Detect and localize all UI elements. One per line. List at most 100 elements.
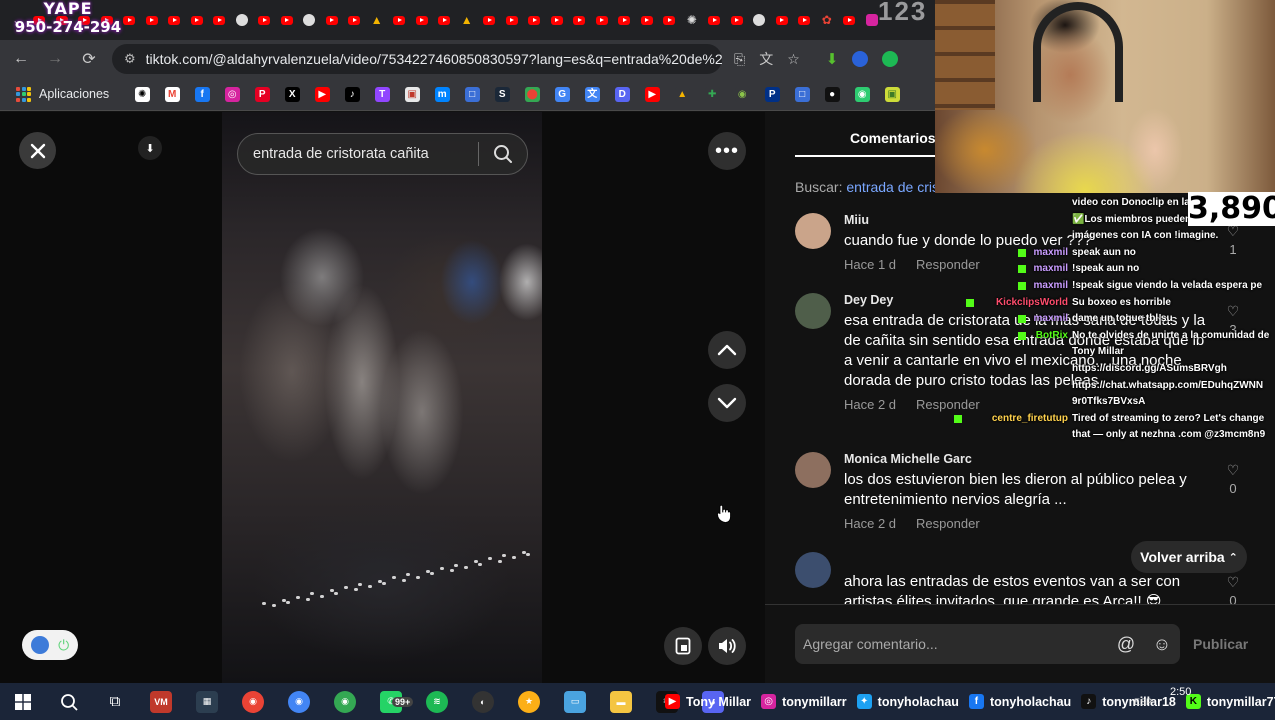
streamdeck-app-icon[interactable]: ▦ [184,683,230,720]
video-frame[interactable] [222,112,542,683]
tab-drive-icon[interactable]: ▲ [366,0,389,40]
tab-openai-icon[interactable]: ✺ [681,0,704,40]
tab-comments[interactable]: Comentarios [850,130,936,146]
tab-youtube-icon[interactable] [343,0,366,40]
bookmark-maps-icon[interactable]: ⬤ [517,84,547,104]
back-icon[interactable]: ← [4,50,38,68]
bookmark-openai-icon[interactable]: ✺ [127,84,157,104]
tab-youtube-icon[interactable] [703,0,726,40]
bookmark-facebook-icon[interactable]: f [187,84,217,104]
tab-youtube-icon[interactable] [838,0,861,40]
tab-github-icon[interactable] [231,0,254,40]
forward-icon[interactable]: → [38,50,72,68]
tab-youtube-icon[interactable] [613,0,636,40]
back-to-top-button[interactable]: Volver arriba ⌃ [1131,541,1247,573]
tab-youtube-icon[interactable] [253,0,276,40]
tab-youtube-icon[interactable] [726,0,749,40]
reload-icon[interactable]: ⟳ [72,49,106,69]
bookmark-discord-icon[interactable]: D [607,84,637,104]
tab-youtube-icon[interactable] [141,0,164,40]
chrome-profile2-icon[interactable]: ◉ [276,683,322,720]
avatar[interactable] [795,552,831,588]
tab-youtube-icon[interactable] [658,0,681,40]
bookmark-drive-icon[interactable]: ▲ [667,84,697,104]
bookmark-messenger-icon[interactable]: m [427,84,457,104]
bookmark-blue-app-icon[interactable]: □ [457,84,487,104]
spotify-app-icon[interactable]: ≋ [414,683,460,720]
tab-youtube-icon[interactable] [793,0,816,40]
bookmark-youtube-icon[interactable]: ▶ [307,84,337,104]
video-search-bar[interactable]: entrada de cristorata cañita [237,133,528,175]
bookmark-tiktok-icon[interactable]: ♪ [337,84,367,104]
tab-youtube-icon[interactable] [186,0,209,40]
tab-youtube-icon[interactable] [276,0,299,40]
rockstar-app-icon[interactable]: ★ [506,683,552,720]
extension-badge-button[interactable]: ⏻ [22,630,78,660]
tab-youtube-icon[interactable] [411,0,434,40]
reply-button[interactable]: Responder [916,516,980,531]
tab-youtube-icon[interactable] [568,0,591,40]
bookmark-star-icon[interactable]: ☆ [787,51,800,68]
bookmark-image-icon[interactable]: ▣ [877,84,907,104]
tab-youtube-icon[interactable] [433,0,456,40]
bookmark-pinterest-icon[interactable]: P [247,84,277,104]
tab-youtube-icon[interactable] [771,0,794,40]
bookmark-x-icon[interactable]: X [277,84,307,104]
tab-youtube-icon[interactable] [163,0,186,40]
tab-youtube-icon[interactable] [321,0,344,40]
tab-youtube-icon[interactable] [636,0,659,40]
download-icon[interactable]: ⬇ [138,136,162,160]
tab-youtube-icon[interactable] [591,0,614,40]
bookmark-translate-icon[interactable]: 文 [577,84,607,104]
volume-button[interactable] [708,627,746,665]
bookmark-steam-icon[interactable]: S [487,84,517,104]
notes-app-icon[interactable]: ▭ [552,683,598,720]
reply-button[interactable]: Responder [916,257,980,272]
bookmark-chat-icon[interactable]: ◉ [847,84,877,104]
reply-button[interactable]: Responder [916,397,980,412]
search-icon[interactable] [493,144,513,164]
windows-start-icon[interactable] [0,683,46,720]
avatar[interactable] [795,452,831,488]
install-app-icon[interactable]: ⎘ [734,51,745,68]
bookmark-instagram-icon[interactable]: ◎ [217,84,247,104]
comment-username[interactable]: Monica Michelle Garc [844,452,1209,468]
previous-video-button[interactable] [708,331,746,369]
extension-green-icon[interactable] [882,51,899,67]
bookmark-photo-icon[interactable]: ▣ [397,84,427,104]
add-comment-input[interactable]: Agregar comentario... @ ☺ [795,624,1180,664]
like-button[interactable]: ♡ 0 [1221,462,1245,496]
emoji-icon[interactable]: ☺ [1144,634,1180,655]
chrome-profile3-icon[interactable]: ◉ [322,683,368,720]
bookmark-pinwheel-icon[interactable]: ✚ [697,84,727,104]
publish-button[interactable]: Publicar [1193,636,1248,652]
bookmark-paypal-icon[interactable]: P [757,84,787,104]
avatar[interactable] [795,213,831,249]
taskbar-clock[interactable]: 2:50 [1170,686,1191,698]
tab-photos-icon[interactable]: ✿ [816,0,839,40]
avatar[interactable] [795,293,831,329]
extension-blue-icon[interactable] [852,51,869,67]
next-video-button[interactable] [708,384,746,422]
bookmark-google-play-icon[interactable]: G [547,84,577,104]
tab-github-icon[interactable] [748,0,771,40]
picture-in-picture-button[interactable] [664,627,702,665]
chrome-app-icon[interactable]: ◉ [230,683,276,720]
bookmark-aplicaciones[interactable]: Aplicaciones [39,87,109,101]
omnibox[interactable]: ⚙ tiktok.com/@aldahyrvalenzuela/video/75… [112,44,722,74]
tab-github-icon[interactable] [298,0,321,40]
bookmark-dark-icon[interactable]: ● [817,84,847,104]
more-options-button[interactable]: ••• [708,132,746,170]
search-taskbar-icon[interactable] [46,683,92,720]
bookmark-youtube2-icon[interactable]: ▶ [637,84,667,104]
bookmark-square-icon[interactable]: □ [787,84,817,104]
tab-youtube-icon[interactable] [546,0,569,40]
tab-youtube-icon[interactable] [478,0,501,40]
input-language[interactable]: ESP [1134,697,1152,707]
obs-app-icon[interactable]: ◐ [460,683,506,720]
tab-youtube-icon[interactable] [501,0,524,40]
tab-youtube-icon[interactable] [208,0,231,40]
bookmark-twitch-icon[interactable]: T [367,84,397,104]
tab-youtube-icon[interactable] [523,0,546,40]
bookmark-gmail-icon[interactable]: M [157,84,187,104]
